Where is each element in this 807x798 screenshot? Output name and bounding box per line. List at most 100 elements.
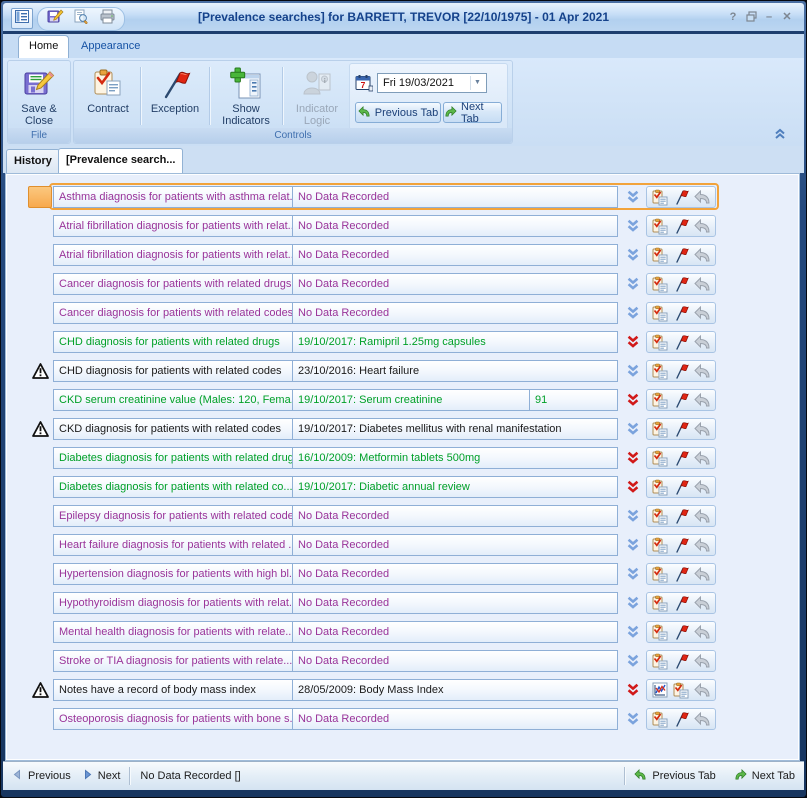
dismiss-icon[interactable] xyxy=(694,334,712,351)
minimize-button[interactable]: – xyxy=(762,9,776,24)
indicator-numeric-cell[interactable]: 91 xyxy=(529,389,618,411)
exception-flag-icon[interactable] xyxy=(672,276,690,293)
indicator-value-cell[interactable]: No Data Recorded xyxy=(292,302,618,324)
chevron-down-icon[interactable]: ▼ xyxy=(470,76,484,90)
expand-chevron-icon[interactable] xyxy=(626,625,640,639)
expand-chevron-icon[interactable] xyxy=(626,248,640,262)
save-button[interactable] xyxy=(45,10,65,28)
view-chart-icon[interactable] xyxy=(651,682,669,699)
indicator-value-cell[interactable]: 16/10/2009: Metformin tablets 500mg xyxy=(292,447,618,469)
indicator-name-cell[interactable]: CKD serum creatinine value (Males: 120, … xyxy=(53,389,293,411)
indicator-value-cell[interactable]: No Data Recorded xyxy=(292,186,618,208)
expand-chevron-icon[interactable] xyxy=(626,219,640,233)
indicator-details-icon[interactable] xyxy=(651,653,669,670)
expand-chevron-icon[interactable] xyxy=(626,422,640,436)
exception-flag-icon[interactable] xyxy=(672,653,690,670)
app-menu-button[interactable] xyxy=(11,8,33,29)
indicator-details-icon[interactable] xyxy=(651,508,669,525)
expand-chevron-icon[interactable] xyxy=(626,538,640,552)
expand-chevron-icon[interactable] xyxy=(626,480,640,494)
indicator-value-cell[interactable]: No Data Recorded xyxy=(292,592,618,614)
indicator-details-icon[interactable] xyxy=(651,305,669,322)
dismiss-icon[interactable] xyxy=(694,682,712,699)
exception-flag-icon[interactable] xyxy=(672,450,690,467)
indicator-details-icon[interactable] xyxy=(651,392,669,409)
dismiss-icon[interactable] xyxy=(694,450,712,467)
indicator-value-cell[interactable]: 19/10/2017: Ramipril 1.25mg capsules xyxy=(292,331,618,353)
indicator-name-cell[interactable]: Atrial fibrillation diagnosis for patien… xyxy=(53,244,293,266)
exception-flag-icon[interactable] xyxy=(672,218,690,235)
dismiss-icon[interactable] xyxy=(694,624,712,641)
indicator-name-cell[interactable]: Heart failure diagnosis for patients wit… xyxy=(53,534,293,556)
indicator-details-icon[interactable] xyxy=(651,450,669,467)
indicator-name-cell[interactable]: Diabetes diagnosis for patients with rel… xyxy=(53,447,293,469)
exception-flag-icon[interactable] xyxy=(672,537,690,554)
indicator-name-cell[interactable]: Diabetes diagnosis for patients with rel… xyxy=(53,476,293,498)
help-button[interactable]: ? xyxy=(726,9,740,24)
indicator-value-cell[interactable]: No Data Recorded xyxy=(292,650,618,672)
next-tab-statusbar-button[interactable]: Next Tab xyxy=(725,762,804,790)
exception-flag-icon[interactable] xyxy=(672,334,690,351)
indicator-value-cell[interactable]: No Data Recorded xyxy=(292,621,618,643)
save-close-button[interactable]: Save & Close xyxy=(11,66,67,127)
indicator-value-cell[interactable]: No Data Recorded xyxy=(292,505,618,527)
dismiss-icon[interactable] xyxy=(694,305,712,322)
expand-chevron-icon[interactable] xyxy=(626,393,640,407)
indicator-details-icon[interactable] xyxy=(651,711,669,728)
ribbon-tab-appearance[interactable]: Appearance xyxy=(71,36,150,58)
exception-flag-icon[interactable] xyxy=(672,247,690,264)
indicator-details-icon[interactable] xyxy=(651,421,669,438)
indicator-value-cell[interactable]: No Data Recorded xyxy=(292,534,618,556)
exception-flag-icon[interactable] xyxy=(672,363,690,380)
indicator-details-icon[interactable] xyxy=(651,247,669,264)
expand-chevron-icon[interactable] xyxy=(626,190,640,204)
previous-tab-button[interactable]: Previous Tab xyxy=(355,102,441,123)
indicator-value-cell[interactable]: 23/10/2016: Heart failure xyxy=(292,360,618,382)
indicator-value-cell[interactable]: 19/10/2017: Serum creatinine xyxy=(292,389,530,411)
indicator-name-cell[interactable]: Mental health diagnosis for patients wit… xyxy=(53,621,293,643)
collapse-ribbon-button[interactable] xyxy=(772,129,788,143)
print-preview-button[interactable] xyxy=(71,10,91,28)
dismiss-icon[interactable] xyxy=(694,653,712,670)
indicator-name-cell[interactable]: Epilepsy diagnosis for patients with rel… xyxy=(53,505,293,527)
indicator-details-icon[interactable] xyxy=(651,363,669,380)
indicator-name-cell[interactable]: CHD diagnosis for patients with related … xyxy=(53,360,293,382)
expand-chevron-icon[interactable] xyxy=(626,654,640,668)
indicator-value-cell[interactable]: No Data Recorded xyxy=(292,273,618,295)
indicator-value-cell[interactable]: No Data Recorded xyxy=(292,708,618,730)
dismiss-icon[interactable] xyxy=(694,392,712,409)
ribbon-tab-home[interactable]: Home xyxy=(18,35,69,58)
dismiss-icon[interactable] xyxy=(694,276,712,293)
expand-chevron-icon[interactable] xyxy=(626,683,640,697)
dismiss-icon[interactable] xyxy=(694,566,712,583)
dismiss-icon[interactable] xyxy=(694,421,712,438)
restore-button[interactable] xyxy=(744,9,758,24)
previous-record-button[interactable]: Previous xyxy=(3,762,80,790)
exception-flag-icon[interactable] xyxy=(672,392,690,409)
indicator-value-cell[interactable]: 28/05/2009: Body Mass Index xyxy=(292,679,618,701)
exception-flag-icon[interactable] xyxy=(672,566,690,583)
indicator-name-cell[interactable]: Cancer diagnosis for patients with relat… xyxy=(53,273,293,295)
exception-flag-icon[interactable] xyxy=(672,711,690,728)
indicator-value-cell[interactable]: 19/10/2017: Diabetes mellitus with renal… xyxy=(292,418,618,440)
indicator-name-cell[interactable]: Notes have a record of body mass index xyxy=(53,679,293,701)
expand-chevron-icon[interactable] xyxy=(626,596,640,610)
expand-chevron-icon[interactable] xyxy=(626,567,640,581)
indicator-name-cell[interactable]: Asthma diagnosis for patients with asthm… xyxy=(53,186,293,208)
indicator-name-cell[interactable]: Osteoporosis diagnosis for patients with… xyxy=(53,708,293,730)
exception-flag-icon[interactable] xyxy=(672,189,690,206)
dismiss-icon[interactable] xyxy=(694,189,712,206)
indicator-value-cell[interactable]: No Data Recorded xyxy=(292,563,618,585)
exception-button[interactable]: Exception xyxy=(144,66,206,115)
expand-chevron-icon[interactable] xyxy=(626,364,640,378)
indicator-details-icon[interactable] xyxy=(651,218,669,235)
indicator-details-icon[interactable] xyxy=(651,479,669,496)
exception-flag-icon[interactable] xyxy=(672,305,690,322)
indicator-name-cell[interactable]: Atrial fibrillation diagnosis for patien… xyxy=(53,215,293,237)
indicator-name-cell[interactable]: Cancer diagnosis for patients with relat… xyxy=(53,302,293,324)
indicator-details-icon[interactable] xyxy=(651,189,669,206)
exception-flag-icon[interactable] xyxy=(672,595,690,612)
exception-flag-icon[interactable] xyxy=(672,624,690,641)
date-picker[interactable]: Fri 19/03/2021 ▼ xyxy=(377,73,487,93)
dismiss-icon[interactable] xyxy=(694,595,712,612)
